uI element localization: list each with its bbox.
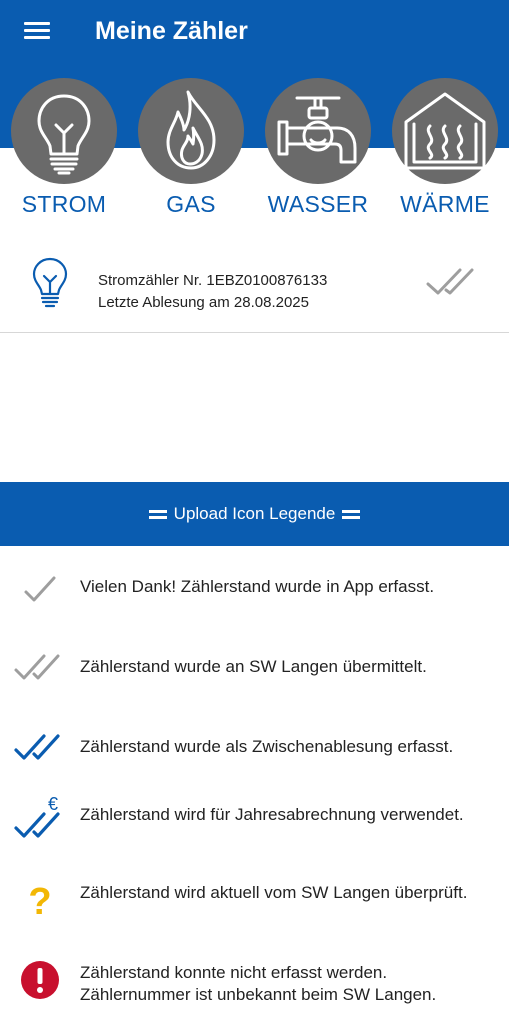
meter-info: Stromzähler Nr. 1EBZ0100876133 Letzte Ab…	[98, 270, 327, 314]
error-exclamation-icon	[21, 961, 59, 999]
svg-text:€: €	[48, 794, 58, 814]
legend-text: Zählerstand konnte nicht erfasst werden.…	[80, 963, 437, 1004]
type-gas-label: GAS	[166, 191, 216, 217]
type-strom-label: STROM	[21, 191, 107, 217]
question-mark-icon: ?	[28, 881, 52, 923]
equals-icon	[148, 509, 167, 519]
flame-icon	[138, 78, 244, 184]
legend-text: Zählerstand wird für Jahresabrechnung ve…	[80, 805, 464, 824]
house-heat-icon	[392, 78, 498, 184]
legend-item: Vielen Dank! Zählerstand wurde in App er…	[0, 566, 509, 610]
page-title: Meine Zähler	[95, 17, 248, 45]
legend-header[interactable]: Upload Icon Legende	[0, 482, 509, 546]
legend-item: Zählerstand konnte nicht erfasst werden.…	[0, 954, 509, 1010]
legend-text: Zählerstand wurde als Zwischenablesung e…	[80, 737, 454, 756]
equals-icon	[342, 509, 361, 519]
double-check-grey-icon	[426, 268, 474, 295]
double-check-grey-icon	[14, 654, 60, 680]
water-tap-icon	[265, 78, 371, 184]
meter-list-item[interactable]: Stromzähler Nr. 1EBZ0100876133 Letzte Ab…	[0, 246, 509, 333]
legend-title-wrap: Upload Icon Legende	[142, 503, 368, 525]
lightbulb-icon	[11, 78, 117, 184]
check-grey-icon	[24, 576, 56, 602]
type-wasser-label: WASSER	[267, 191, 369, 217]
legend-text: Vielen Dank! Zählerstand wurde in App er…	[80, 577, 435, 596]
type-waerme-button[interactable]: WÄRME	[381, 78, 509, 228]
double-check-blue-icon	[14, 734, 60, 760]
legend-item: Zählerstand wurde an SW Langen übermitte…	[0, 646, 509, 690]
type-strom-button[interactable]: STROM	[0, 78, 128, 228]
legend-item: Zählerstand wurde als Zwischenablesung e…	[0, 726, 509, 770]
legend-text: Zählerstand wird aktuell vom SW Langen ü…	[80, 883, 468, 902]
legend-item: € Zählerstand wird für Jahresabrechnung …	[0, 792, 509, 852]
type-gas-button[interactable]: GAS	[127, 78, 255, 228]
meter-type-selector: STROM GAS WASSER WÄRME	[0, 78, 509, 228]
meter-last-reading: Letzte Ablesung am 28.08.2025	[98, 294, 309, 311]
type-waerme-label: WÄRME	[400, 191, 490, 217]
menu-icon[interactable]	[24, 20, 50, 42]
type-wasser-button[interactable]: WASSER	[254, 78, 382, 228]
legend-item: ? Zählerstand wird aktuell vom SW Langen…	[0, 876, 509, 932]
legend-title: Upload Icon Legende	[173, 504, 336, 523]
lightbulb-icon	[32, 257, 68, 308]
legend-text: Zählerstand wurde an SW Langen übermitte…	[80, 657, 427, 676]
double-check-euro-icon: €	[14, 794, 60, 838]
meter-number: Stromzähler Nr. 1EBZ0100876133	[98, 272, 328, 289]
